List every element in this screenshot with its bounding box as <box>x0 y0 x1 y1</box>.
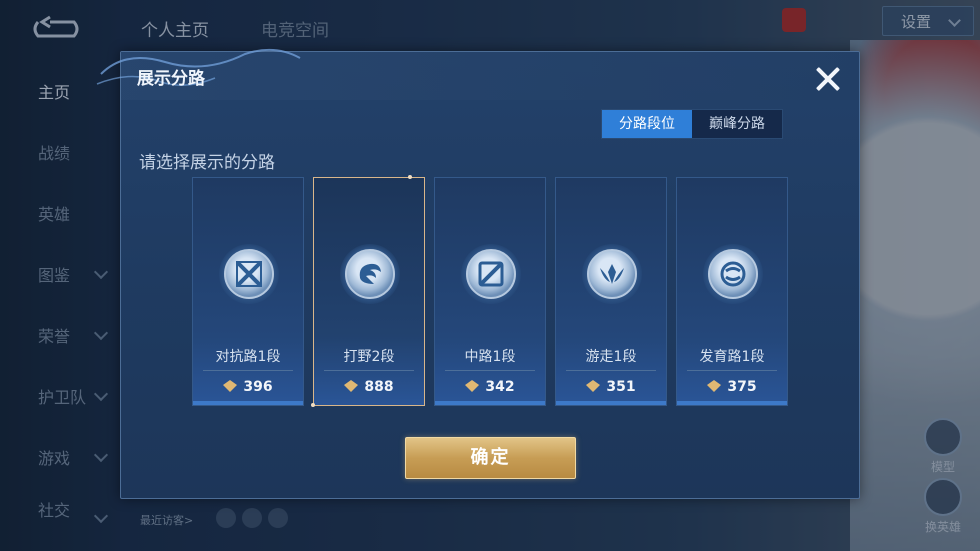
lane-rank-label: 发育路1段 <box>699 349 765 365</box>
lane-rank-label: 中路1段 <box>464 349 516 365</box>
card-glow <box>193 401 303 405</box>
lane-score: 375 <box>677 379 787 395</box>
lane-card-jungle[interactable]: 打野2段 888 <box>311 175 425 407</box>
lane-score: 342 <box>435 379 545 395</box>
rank-diamond-icon <box>586 380 601 392</box>
lane-card-farm[interactable]: 发育路1段 375 <box>676 177 788 406</box>
divider <box>445 370 535 371</box>
divider <box>687 370 777 371</box>
lane-mode-toggle: 分路段位 巅峰分路 <box>601 109 783 139</box>
farm-lane-icon <box>720 261 746 287</box>
divider <box>566 370 656 371</box>
select-prompt: 请选择展示的分路 <box>139 153 275 173</box>
rank-diamond-icon <box>223 380 238 392</box>
rank-diamond-icon <box>465 380 480 392</box>
divider <box>203 370 293 371</box>
lane-score: 888 <box>314 379 424 395</box>
card-glow <box>556 401 666 405</box>
tab-peak-lane[interactable]: 巅峰分路 <box>692 110 782 138</box>
lane-rank-label: 游走1段 <box>585 349 637 365</box>
lane-card-roam[interactable]: 游走1段 351 <box>555 177 667 406</box>
lane-score: 396 <box>193 379 303 395</box>
rank-diamond-icon <box>344 380 359 392</box>
selection-corner <box>311 403 315 407</box>
lane-display-dialog: 展示分路 分路段位 巅峰分路 请选择展示的分路 对抗路1段 396 打野2段 8… <box>96 48 860 499</box>
confirm-button[interactable]: 确定 <box>405 437 576 479</box>
roam-icon <box>600 264 624 284</box>
lane-card-clash[interactable]: 对抗路1段 396 <box>192 177 304 406</box>
card-glow <box>677 401 787 405</box>
lane-card-mid[interactable]: 中路1段 342 <box>434 177 546 406</box>
rank-diamond-icon <box>707 380 722 392</box>
tab-lane-rank[interactable]: 分路段位 <box>602 110 692 138</box>
lane-rank-label: 对抗路1段 <box>215 349 281 365</box>
clash-lane-icon <box>236 261 262 287</box>
lane-rank-label: 打野2段 <box>343 349 395 365</box>
dialog-title: 展示分路 <box>137 69 205 89</box>
divider <box>324 370 414 371</box>
selection-corner <box>408 175 412 179</box>
jungle-icon <box>359 263 381 284</box>
lane-score: 351 <box>556 379 666 395</box>
mid-lane-icon <box>478 261 504 287</box>
close-icon[interactable] <box>811 62 845 96</box>
card-glow <box>435 401 545 405</box>
